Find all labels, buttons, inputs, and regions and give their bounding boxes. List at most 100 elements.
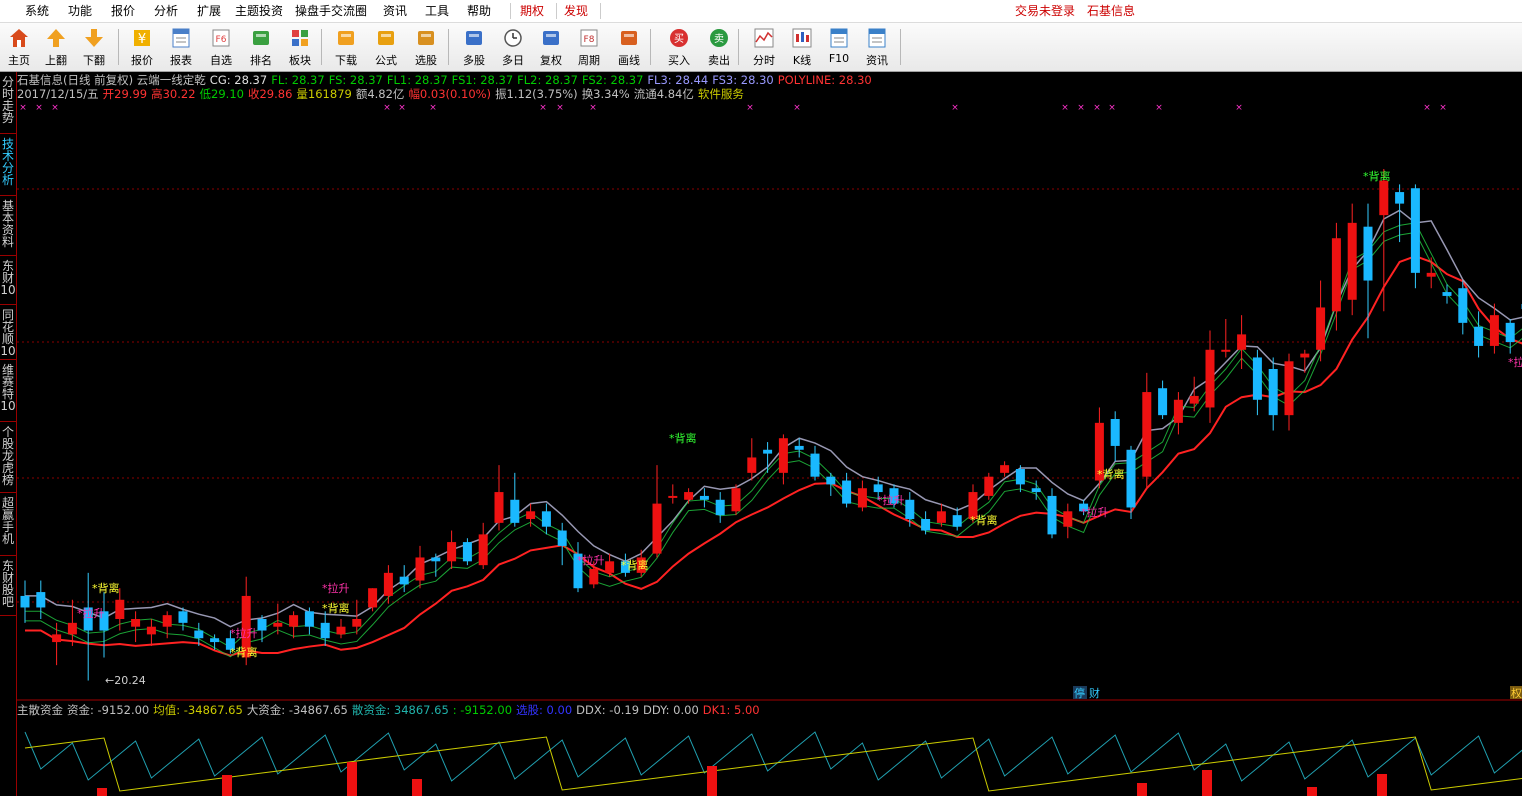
candle-body[interactable]: [1126, 449, 1136, 508]
candle-body[interactable]: [1410, 188, 1420, 273]
candle-body[interactable]: [526, 511, 536, 519]
candle-body[interactable]: [541, 511, 551, 527]
candle-body[interactable]: [763, 449, 773, 454]
candle-body[interactable]: [478, 534, 488, 566]
candle-body[interactable]: [794, 445, 804, 450]
menu-item[interactable]: 帮助: [467, 0, 491, 22]
candle-body[interactable]: [589, 569, 599, 585]
kline-chart-svg[interactable]: × × × × × × × × × × × × × × × × × × × × *拉升 *背离 *拉升 *背离 *拉升 *背离 *拉…: [17, 72, 1522, 796]
candle-body[interactable]: [936, 511, 946, 523]
side-tab[interactable]: 东财股吧: [0, 556, 16, 616]
candle-body[interactable]: [289, 615, 299, 627]
candle-body[interactable]: [1205, 349, 1215, 408]
candle-body[interactable]: [715, 499, 725, 516]
candle-body[interactable]: [952, 515, 962, 527]
candle-body[interactable]: [131, 619, 141, 627]
candle-body[interactable]: [1221, 349, 1231, 352]
toolbar-button-report[interactable]: 报表: [162, 23, 200, 71]
candle-body[interactable]: [1237, 334, 1247, 350]
candle-body[interactable]: [699, 495, 709, 500]
candle-body[interactable]: [652, 503, 662, 554]
side-tab[interactable]: 同花顺10: [0, 305, 16, 360]
candle-body[interactable]: [1252, 357, 1262, 400]
candle-body[interactable]: [494, 492, 504, 523]
candle-body[interactable]: [605, 561, 615, 573]
menu-item[interactable]: 扩展: [197, 0, 221, 22]
candle-body[interactable]: [668, 495, 678, 498]
toolbar-button-sell[interactable]: 卖卖出: [700, 23, 738, 71]
candle-body[interactable]: [115, 599, 125, 619]
toolbar-button-arrow-down[interactable]: 下翻: [75, 23, 113, 71]
candle-body[interactable]: [1316, 307, 1326, 350]
candle-body[interactable]: [462, 542, 472, 562]
candle-body[interactable]: [399, 576, 409, 585]
candle-body[interactable]: [810, 453, 820, 477]
candle-body[interactable]: [1142, 392, 1152, 477]
toolbar-button-formula[interactable]: 公式: [367, 23, 405, 71]
candle-body[interactable]: [273, 622, 283, 627]
menu-item[interactable]: 工具: [425, 0, 449, 22]
candle-body[interactable]: [684, 492, 694, 500]
candle-body[interactable]: [36, 592, 46, 608]
candle-body[interactable]: [1031, 488, 1041, 493]
candle-body[interactable]: [1505, 322, 1515, 343]
menu-item[interactable]: 报价: [111, 0, 135, 22]
menu-item[interactable]: 操盘手交流圈: [295, 0, 367, 22]
candle-body[interactable]: [257, 619, 267, 631]
side-tab[interactable]: 个股龙虎榜: [0, 422, 16, 493]
candle-body[interactable]: [210, 638, 220, 643]
candle-body[interactable]: [1158, 388, 1168, 416]
candle-body[interactable]: [52, 634, 62, 643]
side-tab[interactable]: 基本资料: [0, 196, 16, 256]
toolbar-button-f8[interactable]: F8 周期: [570, 23, 608, 71]
candle-body[interactable]: [336, 626, 346, 635]
candle-body[interactable]: [557, 530, 567, 546]
candle-body[interactable]: [510, 499, 520, 523]
candle-body[interactable]: [368, 588, 378, 608]
candle-body[interactable]: [921, 519, 931, 531]
candle-body[interactable]: [1284, 361, 1294, 416]
toolbar-button-select-stock[interactable]: 选股: [407, 23, 445, 71]
login-status[interactable]: 交易未登录: [1015, 0, 1075, 22]
candle-body[interactable]: [67, 622, 77, 635]
candle-body[interactable]: [1173, 399, 1183, 423]
candle-body[interactable]: [1458, 288, 1468, 323]
menu-item-highlight[interactable]: 发现: [564, 0, 588, 22]
candle-body[interactable]: [162, 615, 172, 627]
candle-body[interactable]: [20, 595, 30, 608]
candle-body[interactable]: [146, 626, 156, 635]
side-tab[interactable]: 维赛特10: [0, 360, 16, 422]
candle-body[interactable]: [320, 622, 330, 639]
candle-body[interactable]: [1110, 419, 1120, 446]
menu-item[interactable]: 主题投资: [235, 0, 283, 22]
candle-body[interactable]: [873, 484, 883, 493]
candle-body[interactable]: [1000, 465, 1010, 473]
candle-body[interactable]: [731, 488, 741, 512]
candle-body[interactable]: [178, 611, 188, 623]
side-tab[interactable]: 东财10: [0, 256, 16, 305]
side-tab[interactable]: 超赢手机: [0, 493, 16, 556]
menu-item-highlight[interactable]: 期权: [520, 0, 544, 22]
candle-body[interactable]: [447, 542, 457, 562]
candle-body[interactable]: [778, 438, 788, 473]
candle-body[interactable]: [1268, 369, 1278, 416]
candle-body[interactable]: [194, 630, 204, 639]
candle-body[interactable]: [304, 611, 314, 627]
candle-body[interactable]: [1015, 469, 1025, 485]
candle-body[interactable]: [1063, 511, 1073, 527]
toolbar-button-download[interactable]: 下载: [327, 23, 365, 71]
toolbar-button-grid[interactable]: 板块: [281, 23, 319, 71]
candle-body[interactable]: [352, 619, 362, 627]
toolbar-button-draw-line[interactable]: 画线: [610, 23, 648, 71]
candle-body[interactable]: [826, 476, 836, 485]
candle-body[interactable]: [383, 572, 393, 596]
finance-badge[interactable]: 财: [1089, 686, 1100, 700]
candle-body[interactable]: [1426, 272, 1436, 277]
candle-body[interactable]: [431, 557, 441, 562]
candle-body[interactable]: [1300, 353, 1310, 358]
candle-body[interactable]: [1489, 315, 1499, 346]
toolbar-button-f6[interactable]: F6 自选: [202, 23, 240, 71]
candle-body[interactable]: [1474, 326, 1484, 346]
candle-body[interactable]: [905, 499, 915, 519]
side-tab[interactable]: 分时走势: [0, 72, 16, 134]
